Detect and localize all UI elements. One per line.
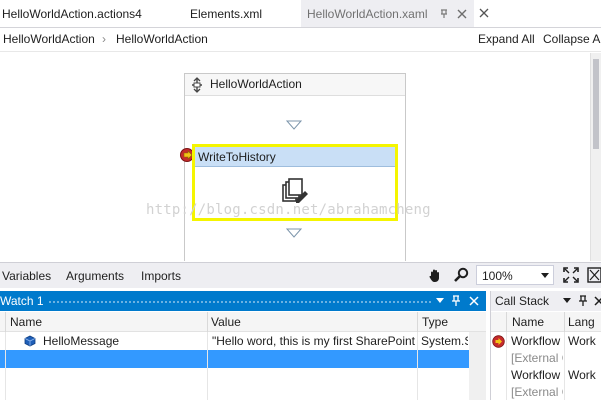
imports-tab[interactable]: Imports <box>141 269 181 283</box>
zoom-level-select[interactable]: 100% <box>476 265 554 285</box>
column-header-type[interactable]: Type <box>422 315 448 329</box>
chevron-down-icon <box>541 273 549 278</box>
overview-map-icon[interactable] <box>587 267 601 283</box>
drop-arrow-icon[interactable] <box>286 228 302 238</box>
breadcrumb: HelloWorldAction › HelloWorldAction Expa… <box>0 28 601 52</box>
call-stack-cell-lang: Work <box>568 368 596 382</box>
column-header-lang[interactable]: Lang <box>568 315 595 329</box>
grid-line <box>417 332 418 400</box>
activity-header: WriteToHistory <box>195 147 395 167</box>
column-separator[interactable] <box>564 312 565 332</box>
expand-all-link[interactable]: Expand All <box>478 32 535 46</box>
workflow-designer-canvas[interactable]: HelloWorldAction WriteToHistory http://b… <box>0 53 601 261</box>
call-stack-title: Call Stack <box>495 294 550 308</box>
grid-line <box>207 332 208 400</box>
fit-to-screen-icon[interactable] <box>563 267 579 283</box>
close-icon[interactable] <box>469 296 479 306</box>
tab-label: Elements.xml <box>190 7 263 21</box>
call-stack-column-headers: Name Lang <box>491 312 601 332</box>
field-icon <box>24 335 36 347</box>
designer-toolbar: Variables Arguments Imports 100% <box>0 262 601 288</box>
watch-cell-name: HelloMessage <box>43 334 120 348</box>
tab-helloworldaction-xaml[interactable]: HelloWorldAction.xaml <box>301 0 474 28</box>
breadcrumb-separator: › <box>102 32 106 46</box>
call-stack-cell-name[interactable]: Workflow <box>511 368 563 382</box>
panel-menu-chevron-icon[interactable] <box>563 298 571 303</box>
tab-helloworldaction-actions4[interactable]: HelloWorldAction.actions4 <box>2 0 142 28</box>
sequence-icon <box>189 77 205 93</box>
table-row[interactable]: HelloMessage "Hello word, this is my fir… <box>0 332 469 350</box>
call-stack-cell-name[interactable]: [External C <box>511 351 563 365</box>
tab-label: HelloWorldAction.xaml <box>307 7 428 21</box>
breadcrumb-item[interactable]: HelloWorldAction <box>116 32 208 46</box>
table-row-new-expression[interactable] <box>0 350 469 368</box>
watch-title: Watch 1 <box>0 294 44 308</box>
scrollbar-thumb[interactable] <box>593 59 599 149</box>
close-icon[interactable] <box>457 9 467 19</box>
watch-vertical-scrollbar[interactable] <box>469 332 486 400</box>
current-frame-arrow-icon <box>492 335 505 348</box>
pan-hand-icon[interactable] <box>427 267 443 283</box>
grid-line <box>506 332 507 400</box>
drop-arrow-icon[interactable] <box>286 120 302 130</box>
tab-elements-xml[interactable]: Elements.xml <box>190 0 262 28</box>
tab-overflow-close-icon[interactable] <box>477 6 491 20</box>
close-icon[interactable] <box>594 296 601 306</box>
panel-menu-chevron-icon[interactable] <box>436 298 444 303</box>
zoom-level-value: 100% <box>482 269 513 283</box>
column-separator <box>5 312 6 332</box>
tab-label: HelloWorldAction.actions4 <box>2 7 142 21</box>
grid-line <box>5 332 6 400</box>
column-separator[interactable] <box>417 312 418 332</box>
sequence-title: HelloWorldAction <box>210 77 302 91</box>
call-stack-panel: Call Stack Name Lang Workflow Work [Exte… <box>490 291 601 400</box>
write-to-history-icon <box>281 178 309 204</box>
call-stack-cell-name[interactable]: Workflow <box>511 334 563 348</box>
activity-title: WriteToHistory <box>198 150 276 164</box>
watch-panel: Watch 1 Name Value Type HelloMessage "He… <box>0 291 486 400</box>
column-header-name[interactable]: Name <box>512 315 544 329</box>
column-header-name[interactable]: Name <box>10 315 42 329</box>
watermark-text: http://blog.csdn.net/abrahamcheng <box>146 202 431 218</box>
pin-icon[interactable] <box>451 295 461 307</box>
watch-cell-type: System.S <box>421 334 468 348</box>
watch-column-headers: Name Value Type <box>0 312 486 332</box>
call-stack-cell-lang: Work <box>568 334 596 348</box>
grip-bar[interactable] <box>48 300 432 303</box>
collapse-all-link[interactable]: Collapse All <box>543 32 601 46</box>
sequence-header: HelloWorldAction <box>185 74 405 96</box>
variables-tab[interactable]: Variables <box>2 269 51 283</box>
column-header-value[interactable]: Value <box>211 315 241 329</box>
pin-icon[interactable] <box>578 295 588 307</box>
watch-cell-value[interactable]: "Hello word, this is my first SharePoint <box>212 334 415 348</box>
document-tab-strip: HelloWorldAction.actions4 Elements.xml H… <box>0 0 601 28</box>
breadcrumb-item[interactable]: HelloWorldAction <box>3 32 95 46</box>
zoom-icon[interactable] <box>453 267 469 283</box>
watch-title-bar: Watch 1 <box>0 291 486 311</box>
call-stack-cell-name[interactable]: [External C <box>511 385 563 399</box>
column-separator <box>506 312 507 332</box>
pin-icon[interactable] <box>439 9 449 19</box>
call-stack-title-bar: Call Stack <box>491 291 601 311</box>
arguments-tab[interactable]: Arguments <box>66 269 124 283</box>
designer-vertical-scrollbar[interactable] <box>590 53 601 261</box>
grid-line <box>564 332 565 400</box>
column-separator[interactable] <box>207 312 208 332</box>
